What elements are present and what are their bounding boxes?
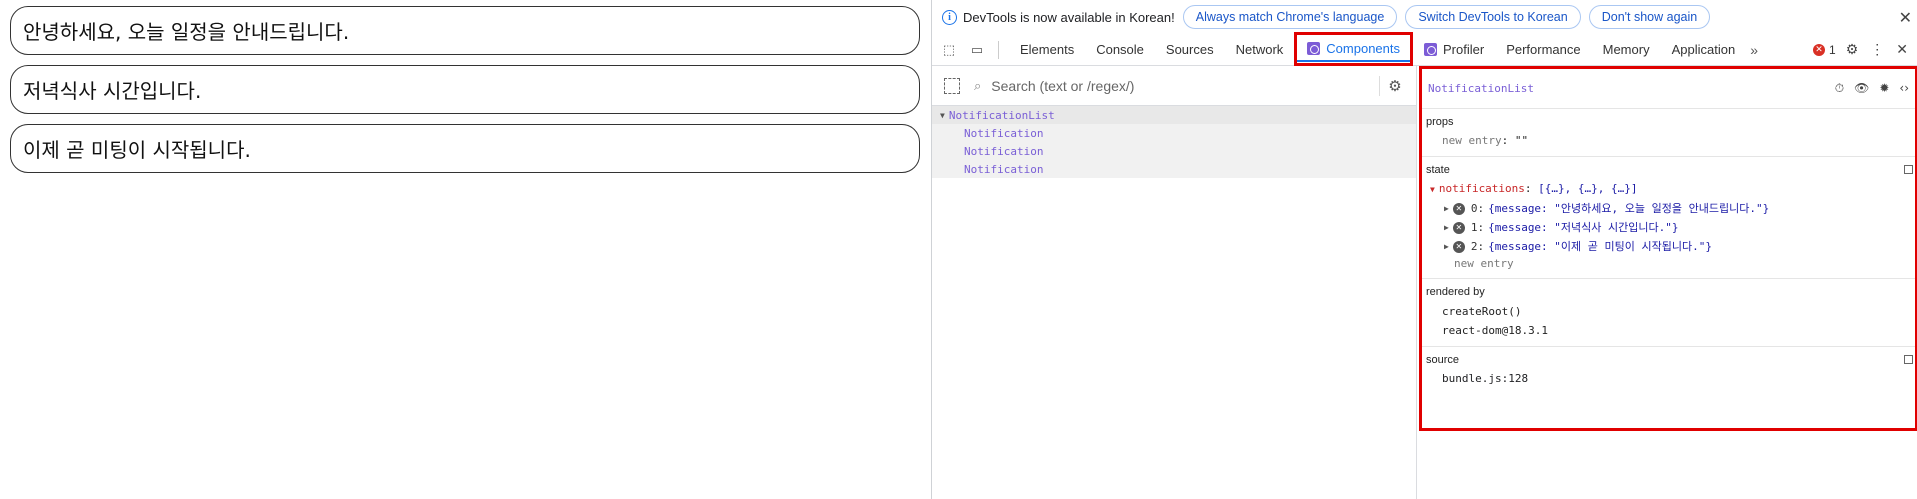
view-source-icon[interactable]: ‹›	[1899, 81, 1909, 96]
tab-performance[interactable]: Performance	[1495, 34, 1591, 66]
tab-console[interactable]: Console	[1085, 34, 1155, 66]
language-infobar: i DevTools is now available in Korean! A…	[932, 0, 1917, 34]
switch-devtools-korean-button[interactable]: Switch DevTools to Korean	[1405, 5, 1581, 29]
select-component-icon[interactable]	[944, 77, 960, 94]
source-location[interactable]: bundle.js:128	[1426, 370, 1911, 388]
app-page: 안녕하세요, 오늘 일정을 안내드립니다. 저녁식사 시간입니다. 이제 곧 미…	[0, 0, 931, 499]
info-icon: i	[942, 9, 957, 25]
tab-sources[interactable]: Sources	[1155, 34, 1225, 66]
delete-item-icon[interactable]: ✕	[1452, 202, 1465, 215]
react-icon	[1307, 42, 1321, 55]
error-icon: ✕	[1813, 43, 1826, 56]
state-item[interactable]: ▶ ✕ 1: {message: "저녁식사 시간입니다."}	[1426, 218, 1911, 237]
eye-icon[interactable]: 👁	[1854, 81, 1869, 96]
item-index: 2:	[1470, 240, 1485, 253]
inspect-element-icon[interactable]: ⬚	[938, 40, 960, 60]
rendered-by-section: rendered by createRoot() react-dom@18.3.…	[1422, 279, 1915, 347]
search-divider	[1379, 75, 1381, 96]
kebab-menu-icon[interactable]: ⋮	[1870, 41, 1884, 58]
state-key: notifications	[1438, 182, 1525, 195]
tree-list: ▼ NotificationList Notification Notifica…	[932, 106, 1416, 178]
state-new-entry[interactable]: new entry	[1426, 256, 1911, 272]
tab-elements[interactable]: Elements	[1009, 34, 1085, 66]
notification-item: 안녕하세요, 오늘 일정을 안내드립니다.	[10, 6, 920, 55]
state-notifications[interactable]: ▼ notifications: [{…}, {…}, {…}]	[1426, 180, 1911, 199]
collapsed-caret-icon[interactable]: ▶	[1444, 237, 1449, 256]
tree-search-bar: ⌕ ⚙	[932, 66, 1416, 106]
tab-network[interactable]: Network	[1225, 34, 1295, 66]
rendered-by-item[interactable]: createRoot()	[1426, 302, 1911, 321]
new-entry-label: new entry	[1442, 134, 1502, 147]
timer-icon[interactable]: ⏱	[1835, 81, 1844, 96]
delete-item-icon[interactable]: ✕	[1452, 240, 1465, 253]
tree-node-label: NotificationList	[948, 108, 1055, 122]
props-title: props	[1426, 116, 1454, 128]
delete-item-icon[interactable]: ✕	[1452, 221, 1465, 234]
rendered-by-item: react-dom@18.3.1	[1442, 324, 1548, 337]
tab-application[interactable]: Application	[1661, 34, 1747, 66]
close-devtools-icon[interactable]: ✕	[1896, 41, 1908, 58]
tree-node-child[interactable]: Notification	[932, 142, 1416, 160]
tab-components-label: Components	[1326, 41, 1401, 56]
item-index: 0:	[1470, 202, 1485, 215]
props-section: props new entry: ""	[1422, 109, 1915, 157]
close-infobar-icon[interactable]: ✕	[1899, 8, 1912, 28]
item-index: 1:	[1470, 221, 1485, 234]
error-count: 1	[1829, 42, 1836, 57]
devtools-tabbar: ⬚ ▭ Elements Console Sources Network Com…	[932, 31, 1917, 66]
tree-settings-icon[interactable]: ⚙	[1388, 77, 1401, 95]
item-value: {message: "저녁식사 시간입니다."}	[1488, 221, 1679, 234]
search-icon: ⌕	[974, 77, 982, 93]
state-item[interactable]: ▶ ✕ 0: {message: "안녕하세요, 오늘 일정을 안내드립니다."…	[1426, 199, 1911, 218]
source-section: source bundle.js:128	[1422, 347, 1915, 394]
new-entry-value: ""	[1514, 134, 1529, 147]
selected-component-name: NotificationList	[1428, 82, 1534, 95]
tab-profiler-label: Profiler	[1443, 42, 1485, 57]
devtools-panel: i DevTools is now available in Korean! A…	[931, 0, 1917, 499]
inspector-highlight-box: NotificationList ⏱ 👁 ✹ ‹› props new entr…	[1419, 66, 1917, 431]
settings-gear-icon[interactable]: ⚙	[1846, 41, 1859, 58]
collapsed-caret-icon[interactable]: ▶	[1444, 218, 1449, 237]
collapsed-caret-icon[interactable]: ▶	[1444, 199, 1449, 218]
item-value: {message: "이제 곧 미팅이 시작됩니다."}	[1488, 240, 1712, 253]
item-value: {message: "안녕하세요, 오늘 일정을 안내드립니다."}	[1488, 202, 1770, 215]
device-toolbar-icon[interactable]: ▭	[966, 40, 988, 60]
toolbar-divider	[998, 40, 999, 59]
tab-memory[interactable]: Memory	[1592, 34, 1661, 66]
more-tabs-icon[interactable]: »	[1750, 42, 1758, 58]
component-tree-pane: ⌕ ⚙ ▼ NotificationList Notification Noti…	[932, 66, 1417, 499]
expanded-caret-icon[interactable]: ▼	[940, 111, 945, 120]
tree-node-child[interactable]: Notification	[932, 160, 1416, 178]
search-input[interactable]	[991, 77, 1372, 94]
state-title: state	[1426, 164, 1450, 176]
rendered-by-title: rendered by	[1426, 286, 1485, 298]
screen: 안녕하세요, 오늘 일정을 안내드립니다. 저녁식사 시간입니다. 이제 곧 미…	[0, 0, 1917, 499]
notification-item: 이제 곧 미팅이 시작됩니다.	[10, 124, 920, 173]
notification-item: 저녁식사 시간입니다.	[10, 65, 920, 114]
copy-icon[interactable]	[1904, 355, 1913, 364]
props-new-entry[interactable]: new entry: ""	[1426, 132, 1911, 150]
react-icon	[1424, 43, 1438, 56]
state-item[interactable]: ▶ ✕ 2: {message: "이제 곧 미팅이 시작됩니다."}	[1426, 237, 1911, 256]
source-title: source	[1426, 354, 1460, 366]
inspector-header: NotificationList ⏱ 👁 ✹ ‹›	[1422, 69, 1915, 109]
tab-components[interactable]: Components	[1294, 31, 1414, 66]
error-counter[interactable]: ✕ 1	[1813, 43, 1836, 57]
inspector-pane: NotificationList ⏱ 👁 ✹ ‹› props new entr…	[1417, 66, 1917, 499]
bug-icon[interactable]: ✹	[1879, 81, 1889, 96]
dont-show-again-button[interactable]: Don't show again	[1588, 5, 1711, 29]
expanded-caret-icon[interactable]: ▼	[1430, 185, 1435, 194]
infobar-text: DevTools is now available in Korean!	[963, 9, 1175, 25]
state-summary: [{…}, {…}, {…}]	[1538, 182, 1638, 195]
tab-profiler[interactable]: Profiler	[1413, 34, 1495, 66]
state-section: state ▼ notifications: [{…}, {…}, {…}] ▶ …	[1422, 157, 1915, 279]
always-match-language-button[interactable]: Always match Chrome's language	[1182, 5, 1398, 29]
copy-icon[interactable]	[1904, 165, 1913, 174]
tree-node-child[interactable]: Notification	[932, 124, 1416, 142]
tree-node-root[interactable]: ▼ NotificationList	[932, 106, 1416, 124]
